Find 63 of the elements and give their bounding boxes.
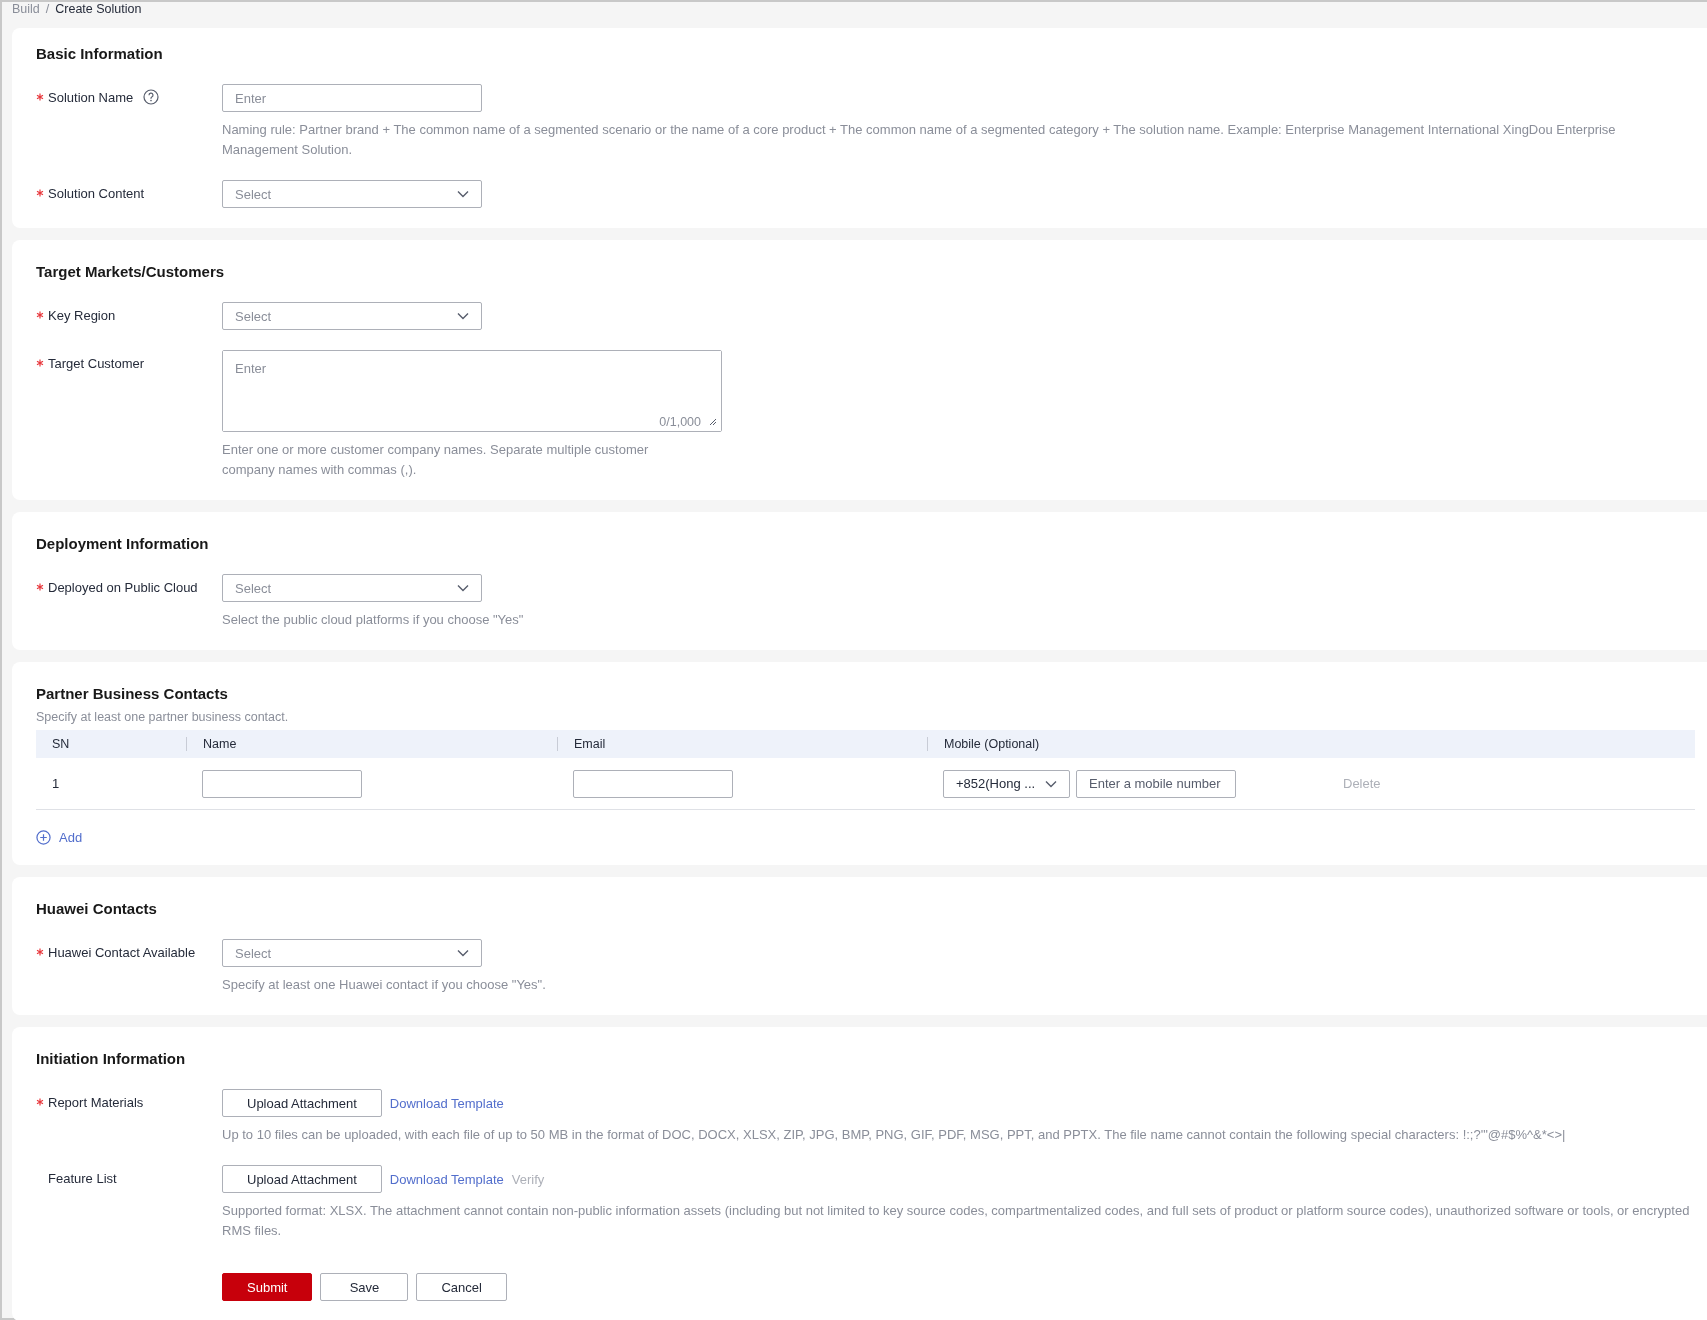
form-action-button[interactable]: Save	[320, 1273, 409, 1301]
form-action-button[interactable]: Submit	[222, 1273, 313, 1301]
section-title: Basic Information	[36, 44, 164, 64]
upload-attachment-button[interactable]: Upload Attachment	[222, 1165, 382, 1193]
chevron-down-icon	[457, 584, 469, 592]
required-icon	[36, 948, 44, 956]
mobile-number-input-field[interactable]: Enter a mobile number	[1076, 769, 1236, 798]
country-code-select[interactable]: +852(Hong ...	[943, 769, 1070, 798]
select-field[interactable]: Select	[222, 180, 482, 208]
field-label: Huawei Contact Available	[48, 945, 196, 961]
column-header: Email	[557, 737, 927, 751]
help-icon[interactable]	[143, 89, 160, 105]
chevron-down-icon	[457, 949, 469, 957]
chevron-down-icon	[457, 312, 469, 320]
chevron-down-icon	[1045, 779, 1057, 788]
download-template-link[interactable]: Download Template	[389, 1095, 504, 1111]
field-hint: Up to 10 files can be uploaded, with each file of up to 50 MB in the format of DOC, DOCX, XLSX, ZIP, JPG, BMP, PNG, GIF, PDF, MSG, PPT, and PPTX. The file name cannot contain the following special characters: !:;?'"@#$%^&*<>|	[222, 1126, 1567, 1144]
field-hint: Enter one or more customer company names. Separate multiple customer company names with commas (,).	[222, 441, 650, 479]
column-header: Mobile (Optional)	[927, 737, 1327, 751]
field-label: Deployed on Public Cloud	[48, 580, 198, 596]
required-icon	[36, 189, 44, 197]
field-label: Key Region	[48, 308, 116, 324]
breadcrumb-link[interactable]: Create Solution	[55, 2, 142, 16]
field-hint: Supported format: XLSX. The attachment cannot contain non-public information assets (including but not limited to key source codes, compartmentalized codes, and full sets of product or platform source codes), unauthorized software or tools, or encrypted RMS files.	[222, 1202, 1691, 1240]
required-icon	[36, 359, 44, 367]
field-hint: Specify at least one Huawei contact if you choose "Yes".	[222, 976, 547, 994]
text-area-field[interactable]: Enter 0/1,000	[222, 350, 722, 432]
section-title: Partner Business Contacts	[36, 684, 229, 704]
add-button[interactable]: Add	[36, 830, 83, 845]
required-icon	[36, 311, 44, 319]
resize-handle-icon[interactable]	[709, 418, 717, 426]
field-label: Feature List	[48, 1171, 117, 1187]
required-icon	[36, 93, 44, 101]
column-header: Name	[186, 737, 557, 751]
section-subtitle: Specify at least one partner business contact.	[36, 710, 290, 724]
field-label: Solution Content	[48, 186, 145, 202]
field-label: Solution Name	[48, 90, 134, 106]
chevron-down-icon	[457, 190, 469, 198]
section-title: Initiation Information	[36, 1049, 187, 1069]
name-input-field[interactable]	[202, 769, 362, 798]
section-title: Deployment Information	[36, 534, 210, 554]
field-hint: Select the public cloud platforms if you choose "Yes"	[222, 611, 525, 629]
required-icon	[36, 1098, 44, 1106]
field-hint: Naming rule: Partner brand + The common name of a segmented scenario or the name of a core product + The common name of a segmented category + The solution name. Example: Enterprise Management International XingDou Enterprise Management Solution.	[222, 121, 1617, 159]
download-template-link[interactable]: Download Template	[389, 1171, 504, 1187]
form-action-button[interactable]: Cancel	[416, 1273, 507, 1301]
section-title: Huawei Contacts	[36, 899, 158, 919]
breadcrumb-link[interactable]: Build	[12, 2, 40, 16]
email-input-field[interactable]	[573, 769, 733, 798]
select-field[interactable]: Select	[222, 939, 482, 967]
select-field[interactable]: Select	[222, 574, 482, 602]
breadcrumb-separator: /	[45, 2, 50, 16]
required-icon	[36, 583, 44, 591]
character-counter: 0/1,000	[659, 415, 701, 429]
upload-attachment-button[interactable]: Upload Attachment	[222, 1089, 382, 1117]
field-label: Target Customer	[48, 356, 145, 372]
section-title: Target Markets/Customers	[36, 262, 226, 282]
plus-circle-icon	[36, 830, 51, 845]
table-cell-text: 1	[51, 776, 61, 791]
field-label: Report Materials	[48, 1095, 144, 1111]
column-header: SN	[51, 737, 71, 751]
select-field[interactable]: Select	[222, 302, 482, 330]
text-input-field[interactable]: Enter	[222, 84, 482, 112]
